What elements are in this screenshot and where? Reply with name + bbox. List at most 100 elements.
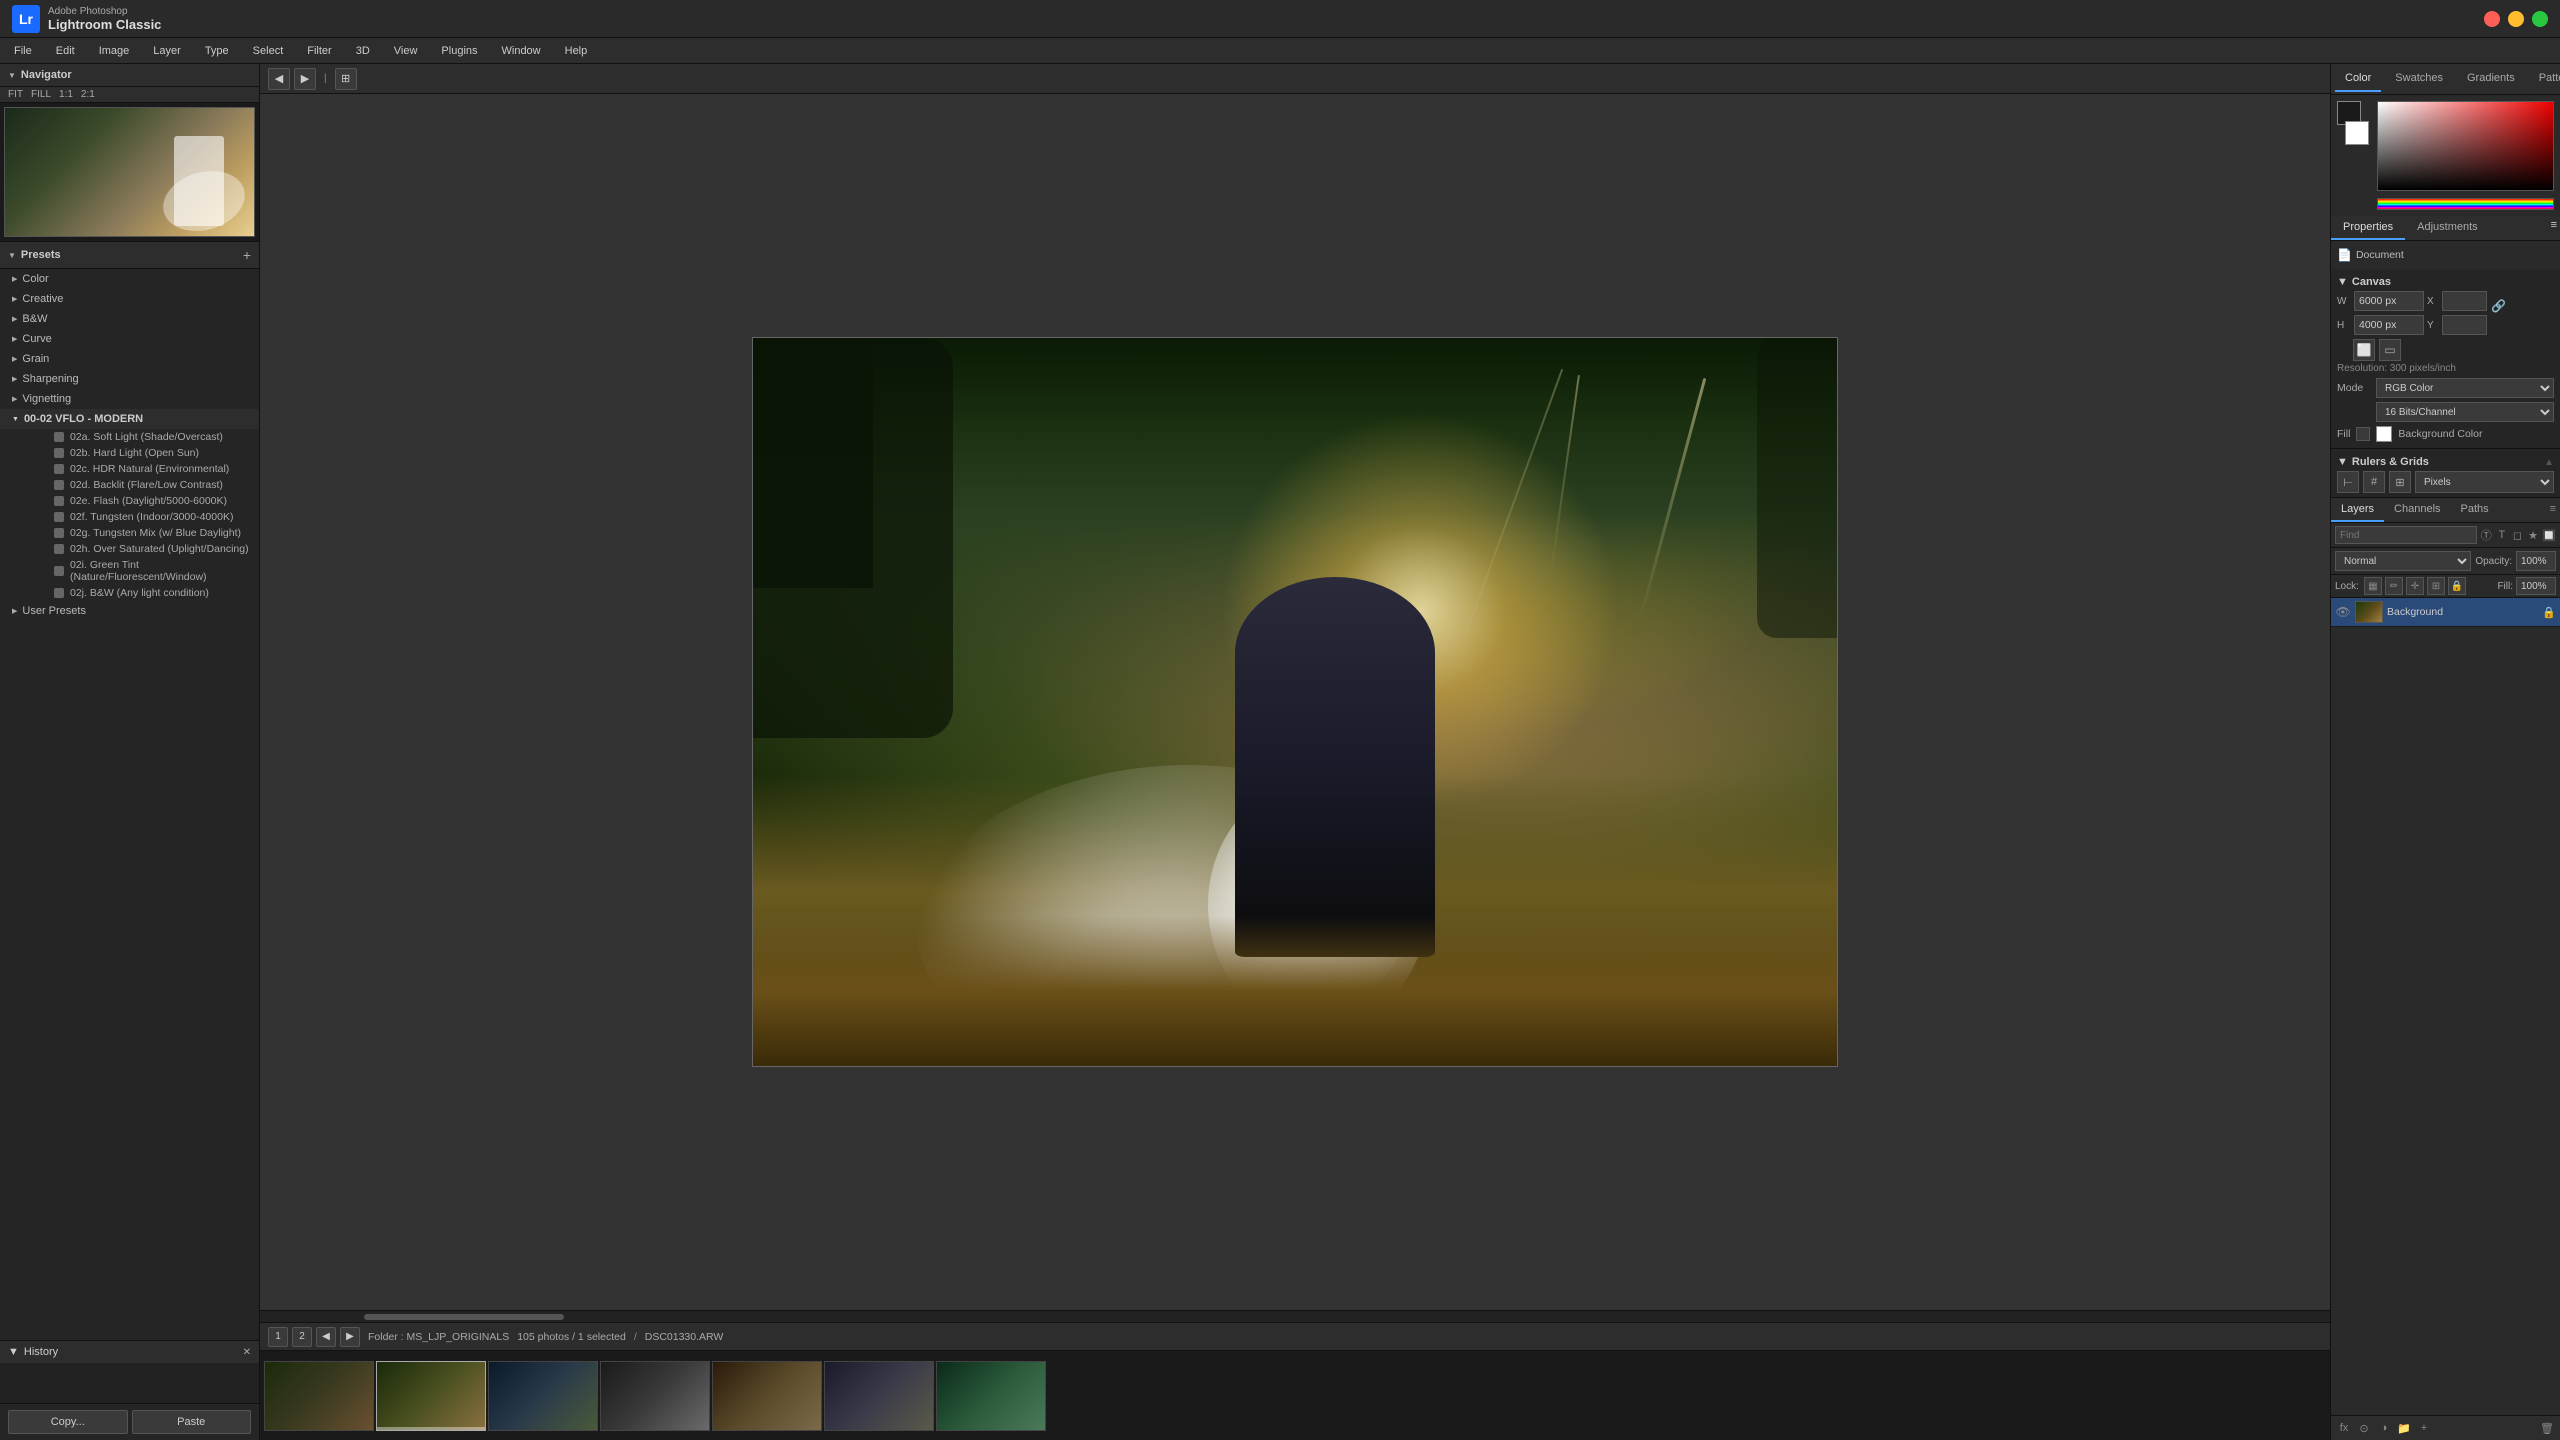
preset-group-user[interactable]: ▶ User Presets [0,601,259,621]
paste-button[interactable]: Paste [132,1410,252,1434]
nav-btn-1[interactable]: 1 [268,1327,288,1347]
preset-02b[interactable]: 02b. Hard Light (Open Sun) [22,445,259,461]
preset-02j[interactable]: 02j. B&W (Any light condition) [22,585,259,601]
layers-menu-btn[interactable]: ≡ [2546,498,2560,522]
zoom-fit[interactable]: FIT [8,89,23,100]
preset-02g[interactable]: 02g. Tungsten Mix (w/ Blue Daylight) [22,525,259,541]
menu-type[interactable]: Type [199,43,235,59]
menu-plugins[interactable]: Plugins [435,43,483,59]
tab-swatches[interactable]: Swatches [2385,66,2453,92]
scroll-thumb-h[interactable] [364,1314,564,1320]
vflo-group-header[interactable]: ▼ 00-02 VFLO - MODERN [0,409,259,429]
tab-color[interactable]: Color [2335,66,2381,92]
ruler-btn-2[interactable]: # [2363,471,2385,493]
nav-prev[interactable]: ◀ [316,1327,336,1347]
layer-item-background[interactable]: 👁 Background 🔒 [2331,598,2560,627]
filmstrip-thumb-6[interactable] [824,1361,934,1431]
landscape-btn[interactable]: ▭ [2379,339,2401,361]
mode-select[interactable]: RGB Color [2376,378,2554,398]
layer-text-filter[interactable]: T [2496,526,2509,544]
tab-adjustments[interactable]: Adjustments [2405,216,2490,240]
filmstrip-thumb-3[interactable] [488,1361,598,1431]
fill-checkbox[interactable] [2356,427,2370,441]
layer-type-filter[interactable]: Ⓣ [2480,526,2493,544]
filmstrip-thumb-5[interactable] [712,1361,822,1431]
background-swatch[interactable] [2345,121,2369,145]
toolbar-btn-1[interactable]: ◀ [268,68,290,90]
canvas-lock-icon[interactable]: 🔗 [2491,291,2506,313]
layer-fx-btn[interactable]: fx [2335,1419,2353,1437]
zoom-2-1[interactable]: 2:1 [81,89,95,100]
history-header[interactable]: ▼ History ✕ [0,1341,259,1363]
preset-02c[interactable]: 02c. HDR Natural (Environmental) [22,461,259,477]
menu-3d[interactable]: 3D [350,43,376,59]
color-gradient-field[interactable] [2377,101,2554,191]
preset-02a[interactable]: 02a. Soft Light (Shade/Overcast) [22,429,259,445]
preset-group-bw[interactable]: ▶ B&W [0,309,259,329]
portrait-btn[interactable]: ⬜ [2353,339,2375,361]
menu-view[interactable]: View [388,43,424,59]
close-button[interactable] [2484,11,2500,27]
preset-02d[interactable]: 02d. Backlit (Flare/Low Contrast) [22,477,259,493]
presets-header[interactable]: ▼ Presets + [0,242,259,269]
navigator-header[interactable]: ▼ Navigator [0,64,259,87]
preset-group-grain[interactable]: ▶ Grain [0,349,259,369]
preset-group-sharpening[interactable]: ▶ Sharpening [0,369,259,389]
canvas-section-header[interactable]: ▼ Canvas [2337,273,2554,291]
canvas-x-input[interactable] [2442,291,2487,311]
preset-02h[interactable]: 02h. Over Saturated (Uplight/Dancing) [22,541,259,557]
props-menu-btn[interactable]: ≡ [2548,216,2560,240]
menu-filter[interactable]: Filter [301,43,337,59]
presets-add-button[interactable]: + [243,247,251,263]
layer-mask-btn[interactable]: ⊙ [2355,1419,2373,1437]
blend-mode-select[interactable]: Normal [2335,551,2471,571]
rulers-header[interactable]: ▼ Rulers & Grids ▲ [2337,453,2554,471]
opacity-input[interactable] [2516,551,2556,571]
history-close[interactable]: ✕ [243,1347,251,1358]
layer-shape-filter[interactable]: ◻ [2511,526,2524,544]
filmstrip-thumb-7[interactable] [936,1361,1046,1431]
lock-position[interactable]: ✛ [2406,577,2424,595]
preset-02f[interactable]: 02f. Tungsten (Indoor/3000-4000K) [22,509,259,525]
menu-select[interactable]: Select [247,43,290,59]
filmstrip-thumb-1[interactable] [264,1361,374,1431]
menu-image[interactable]: Image [93,43,136,59]
ruler-btn-3[interactable]: ⊞ [2389,471,2411,493]
canvas-scroll-h[interactable] [260,1310,2330,1322]
layer-pixel-filter[interactable]: 🔲 [2542,526,2556,544]
zoom-1-1[interactable]: 1:1 [59,89,73,100]
maximize-button[interactable] [2532,11,2548,27]
canvas-y-input[interactable] [2442,315,2487,335]
ruler-btn-1[interactable]: ⊢ [2337,471,2359,493]
bits-select[interactable]: 16 Bits/Channel [2376,402,2554,422]
preset-group-creative[interactable]: ▶ Creative [0,289,259,309]
nav-btn-2[interactable]: 2 [292,1327,312,1347]
nav-next[interactable]: ▶ [340,1327,360,1347]
layer-new-btn[interactable]: + [2415,1419,2433,1437]
lock-all[interactable]: 🔒 [2448,577,2466,595]
layers-fill-input[interactable] [2516,577,2556,595]
menu-window[interactable]: Window [496,43,547,59]
tab-patterns[interactable]: Patterns [2529,66,2560,92]
tab-layers[interactable]: Layers [2331,498,2384,522]
minimize-button[interactable] [2508,11,2524,27]
tab-gradients[interactable]: Gradients [2457,66,2525,92]
menu-edit[interactable]: Edit [50,43,81,59]
menu-layer[interactable]: Layer [147,43,187,59]
tab-properties[interactable]: Properties [2331,216,2405,240]
canvas-area[interactable] [260,94,2330,1310]
fill-color-swatch[interactable] [2376,426,2392,442]
lock-artboard[interactable]: ⊞ [2427,577,2445,595]
preset-02e[interactable]: 02e. Flash (Daylight/5000-6000K) [22,493,259,509]
color-hue-bar[interactable] [2377,198,2554,210]
tab-paths[interactable]: Paths [2451,498,2499,522]
menu-file[interactable]: File [8,43,38,59]
zoom-fill[interactable]: FILL [31,89,51,100]
tab-channels[interactable]: Channels [2384,498,2450,522]
layer-group-btn[interactable]: 📁 [2395,1419,2413,1437]
ruler-units-select[interactable]: Pixels [2415,471,2554,493]
preset-02i[interactable]: 02i. Green Tint (Nature/Fluorescent/Wind… [22,557,259,585]
filmstrip-thumb-2[interactable] [376,1361,486,1431]
canvas-height-input[interactable] [2354,315,2424,335]
layer-visibility-eye[interactable]: 👁 [2335,604,2351,620]
